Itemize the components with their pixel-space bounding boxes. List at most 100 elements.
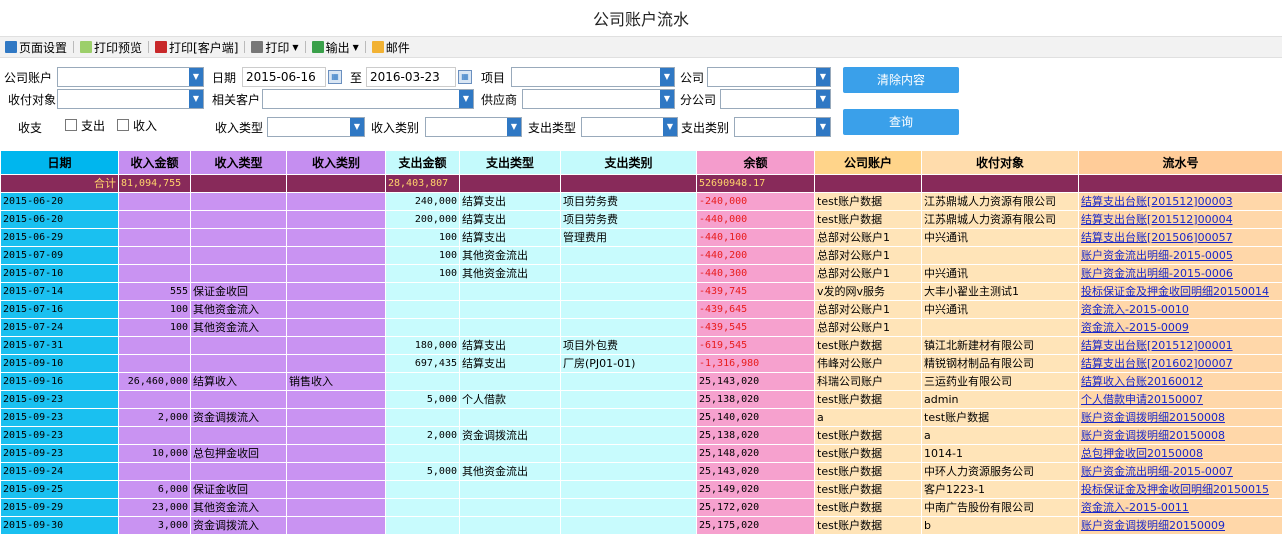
- serial-number-cell: 投标保证金及押金收回明细20150014: [1078, 282, 1282, 301]
- table-row[interactable]: 2015-09-29 23,000 其他资金流入 25,172,020 test账户数据…: [0, 498, 1282, 517]
- print-preview-button[interactable]: 打印预览: [78, 37, 144, 57]
- expense-amount-cell: 200,000: [385, 210, 460, 229]
- table-header-row: 日期 收入金额 收入类型 收入类别 支出金额 支出类型 支出类别 余额 公司账户…: [0, 150, 1282, 175]
- expense-type-cell: 结算支出: [459, 210, 561, 229]
- serial-number-link[interactable]: 账户资金调拨明细20150009: [1081, 519, 1225, 532]
- table-row[interactable]: 2015-07-14 555 保证金收回 -439,745 v发的网v服务 大丰小翟业主测…: [0, 282, 1282, 301]
- table-row[interactable]: 2015-09-23 2,000 资金调拨流出 25,138,020 test账户数据 a…: [0, 426, 1282, 445]
- serial-number-link[interactable]: 投标保证金及押金收回明细20150014: [1081, 285, 1269, 298]
- table-row[interactable]: 2015-09-25 6,000 保证金收回 25,149,020 test账户数据 客户…: [0, 480, 1282, 499]
- serial-number-link[interactable]: 账户资金流出明细-2015-0005: [1081, 249, 1233, 262]
- income-category-select[interactable]: ▼: [425, 117, 522, 137]
- column-header[interactable]: 支出类型: [459, 150, 561, 175]
- serial-number-link[interactable]: 总包押金收回20150008: [1081, 447, 1203, 460]
- serial-number-link[interactable]: 结算收入台账20160012: [1081, 375, 1203, 388]
- serial-number-link[interactable]: 资金流入-2015-0011: [1081, 501, 1189, 514]
- expense-amount-cell: 100: [385, 228, 460, 247]
- table-row[interactable]: 2015-07-31 180,000 结算支出 项目外包费 -619,545 test账户…: [0, 336, 1282, 355]
- expense-category-cell: 项目劳务费: [560, 210, 697, 229]
- income-type-cell: 保证金收回: [190, 480, 287, 499]
- related-customer-select[interactable]: ▼: [262, 89, 474, 109]
- income-amount-cell: 26,460,000: [118, 372, 191, 391]
- serial-number-link[interactable]: 结算支出台账[201602]00007: [1081, 357, 1233, 370]
- table-row[interactable]: 2015-09-23 2,000 资金调拨流入 25,140,020 a test账户数据…: [0, 408, 1282, 427]
- mail-icon: [371, 41, 384, 53]
- table-row[interactable]: 2015-09-16 26,460,000 结算收入 销售收入 25,143,020 科瑞…: [0, 372, 1282, 391]
- company-account-select[interactable]: ▼: [57, 67, 204, 87]
- serial-number-link[interactable]: 结算支出台账[201512]00004: [1081, 213, 1233, 226]
- table-row[interactable]: 2015-07-24 100 其他资金流入 -439,545 总部对公账户1 资金流入-2…: [0, 318, 1282, 337]
- table-row[interactable]: 2015-09-23 5,000 个人借款 25,138,020 test账户数据 adm…: [0, 390, 1282, 409]
- expense-category-cell: 项目劳务费: [560, 192, 697, 211]
- calendar-icon[interactable]: ▦: [458, 70, 472, 84]
- income-checkbox[interactable]: [117, 119, 129, 131]
- table-row[interactable]: 2015-06-29 100 结算支出 管理费用 -440,100 总部对公账户1 中兴通讯…: [0, 228, 1282, 247]
- expense-category-select[interactable]: ▼: [734, 117, 831, 137]
- payee-cell: 中兴通讯: [921, 300, 1079, 319]
- expense-type-select[interactable]: ▼: [581, 117, 678, 137]
- branch-select[interactable]: ▼: [720, 89, 831, 109]
- date-to-field[interactable]: 2016-03-23: [366, 67, 456, 87]
- payee-cell: b: [921, 516, 1079, 535]
- serial-number-link[interactable]: 账户资金流出明细-2015-0007: [1081, 465, 1233, 478]
- page-setup-button[interactable]: 页面设置: [3, 37, 69, 57]
- balance-cell: 25,138,020: [696, 390, 815, 409]
- column-header[interactable]: 流水号: [1078, 150, 1282, 175]
- balance-cell: 25,143,020: [696, 462, 815, 481]
- export-button[interactable]: 输出 ▼: [310, 37, 361, 57]
- column-header[interactable]: 日期: [0, 150, 119, 175]
- print-client-button[interactable]: 打印[客户端]: [153, 37, 240, 57]
- column-header[interactable]: 支出类别: [560, 150, 697, 175]
- table-row[interactable]: 2015-09-10 697,435 结算支出 厂房(PJ01-01) -1,316,9…: [0, 354, 1282, 373]
- date-cell: 2015-09-10: [0, 354, 119, 373]
- company-label: 公司: [680, 71, 705, 85]
- column-header[interactable]: 收入类型: [190, 150, 287, 175]
- query-button[interactable]: 查询: [843, 109, 959, 135]
- supplier-select[interactable]: ▼: [522, 89, 675, 109]
- table-row[interactable]: 2015-09-23 10,000 总包押金收回 25,148,020 test账户数据…: [0, 444, 1282, 463]
- calendar-icon[interactable]: ▦: [328, 70, 342, 84]
- project-select[interactable]: ▼: [511, 67, 675, 87]
- company-account-cell: 总部对公账户1: [814, 246, 922, 265]
- payee-cell: [921, 318, 1079, 337]
- column-header[interactable]: 收入类别: [286, 150, 386, 175]
- company-account-cell: 伟峰对公账户: [814, 354, 922, 373]
- serial-number-link[interactable]: 结算支出台账[201506]00057: [1081, 231, 1233, 244]
- serial-number-link[interactable]: 账户资金流出明细-2015-0006: [1081, 267, 1233, 280]
- date-from-field[interactable]: 2015-06-16: [242, 67, 326, 87]
- table-row[interactable]: 2015-07-16 100 其他资金流入 -439,645 总部对公账户1 中兴通讯 资金…: [0, 300, 1282, 319]
- serial-number-link[interactable]: 投标保证金及押金收回明细20150015: [1081, 483, 1269, 496]
- table-row[interactable]: 2015-07-10 100 其他资金流出 -440,300 总部对公账户1 中兴通讯 账户…: [0, 264, 1282, 283]
- summary-balance: 52690948.17: [696, 174, 815, 193]
- clear-button[interactable]: 清除内容: [843, 67, 959, 93]
- income-type-select[interactable]: ▼: [267, 117, 365, 137]
- column-header[interactable]: 余额: [696, 150, 815, 175]
- table-row[interactable]: 2015-06-20 200,000 结算支出 项目劳务费 -440,000 test账户…: [0, 210, 1282, 229]
- column-header[interactable]: 收入金额: [118, 150, 191, 175]
- income-amount-cell: 555: [118, 282, 191, 301]
- column-header[interactable]: 公司账户: [814, 150, 922, 175]
- table-row[interactable]: 2015-09-30 3,000 资金调拨流入 25,175,020 test账户数据 b…: [0, 516, 1282, 535]
- serial-number-link[interactable]: 结算支出台账[201512]00003: [1081, 195, 1233, 208]
- column-header[interactable]: 收付对象: [921, 150, 1079, 175]
- expense-checkbox[interactable]: [65, 119, 77, 131]
- table-row[interactable]: 2015-06-20 240,000 结算支出 项目劳务费 -240,000 test账户…: [0, 192, 1282, 211]
- income-category-cell: [286, 264, 386, 283]
- income-amount-cell: [118, 390, 191, 409]
- serial-number-link[interactable]: 个人借款申请20150007: [1081, 393, 1203, 406]
- serial-number-link[interactable]: 账户资金调拨明细20150008: [1081, 411, 1225, 424]
- serial-number-link[interactable]: 账户资金调拨明细20150008: [1081, 429, 1225, 442]
- table-row[interactable]: 2015-07-09 100 其他资金流出 -440,200 总部对公账户1 账户资金流出…: [0, 246, 1282, 265]
- serial-number-link[interactable]: 结算支出台账[201512]00001: [1081, 339, 1233, 352]
- column-header[interactable]: 支出金额: [385, 150, 460, 175]
- payee-cell: 中南广告股份有限公司: [921, 498, 1079, 517]
- mail-button[interactable]: 邮件: [370, 37, 412, 57]
- expense-type-cell: [459, 300, 561, 319]
- company-select[interactable]: ▼: [707, 67, 831, 87]
- table-row[interactable]: 2015-09-24 5,000 其他资金流出 25,143,020 test账户数据中…: [0, 462, 1282, 481]
- balance-cell: -440,300: [696, 264, 815, 283]
- serial-number-link[interactable]: 资金流入-2015-0010: [1081, 303, 1189, 316]
- serial-number-link[interactable]: 资金流入-2015-0009: [1081, 321, 1189, 334]
- print-button[interactable]: 打印 ▼: [249, 37, 300, 57]
- payee-select[interactable]: ▼: [57, 89, 204, 109]
